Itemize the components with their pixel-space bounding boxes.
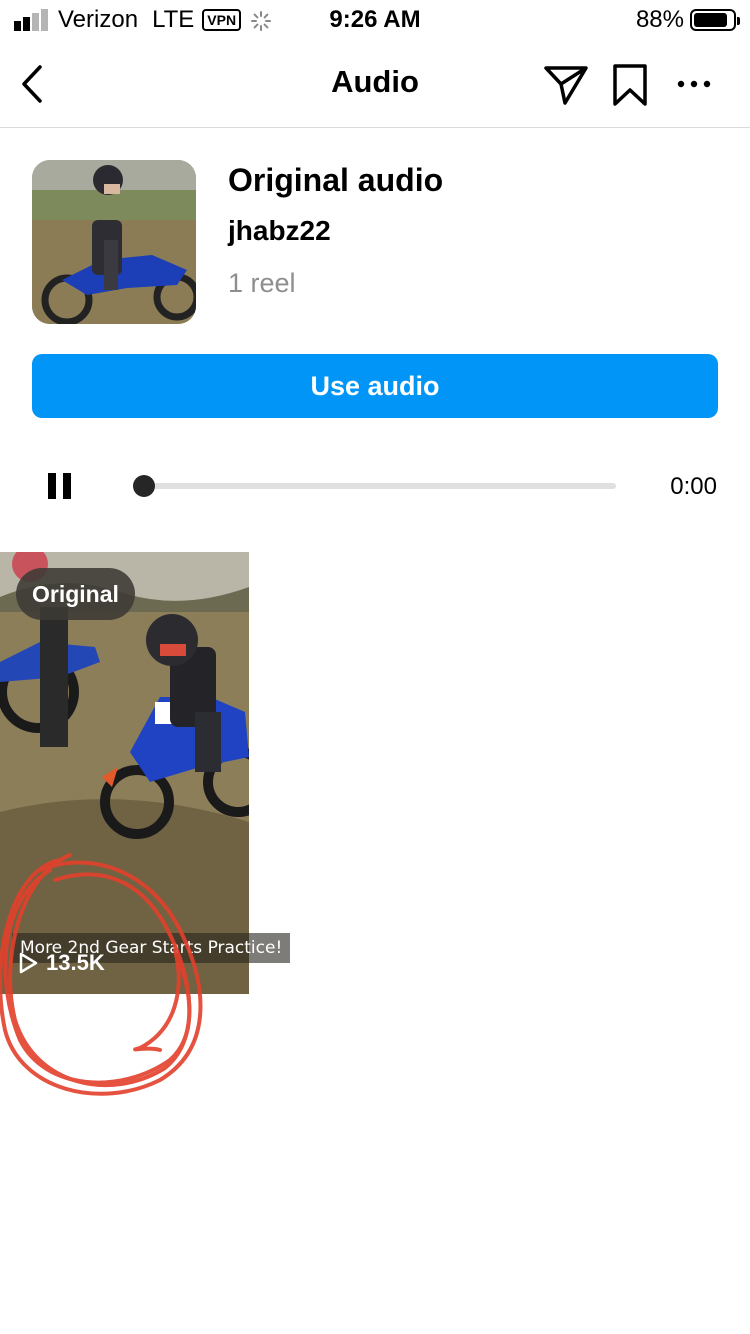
play-count: 13.5K (18, 950, 105, 976)
audio-username-link[interactable]: jhabz22 (228, 215, 331, 247)
send-icon[interactable] (542, 62, 590, 108)
battery-percent: 88% (635, 6, 684, 33)
reel-count: 1 reel (228, 268, 296, 298)
battery-icon (690, 9, 740, 31)
status-bar: Verizon LTE VPN 9:26 AM 88% (0, 0, 750, 40)
use-audio-button[interactable]: Use audio (32, 354, 718, 418)
status-right: 88% (635, 6, 740, 34)
bookmark-icon[interactable] (608, 62, 652, 108)
audio-title: Original audio (228, 162, 444, 198)
play-icon (19, 952, 38, 974)
audio-cover-image[interactable] (32, 160, 196, 324)
original-badge: Original (16, 568, 135, 620)
playback-scrubber-handle[interactable] (133, 475, 155, 497)
playback-time: 0:00 (670, 473, 717, 500)
more-icon[interactable] (674, 70, 714, 98)
nav-bar: Audio (0, 40, 750, 128)
playback-progress-track[interactable] (136, 483, 616, 489)
pause-icon[interactable] (48, 473, 72, 499)
play-count-value: 13.5K (46, 950, 105, 975)
